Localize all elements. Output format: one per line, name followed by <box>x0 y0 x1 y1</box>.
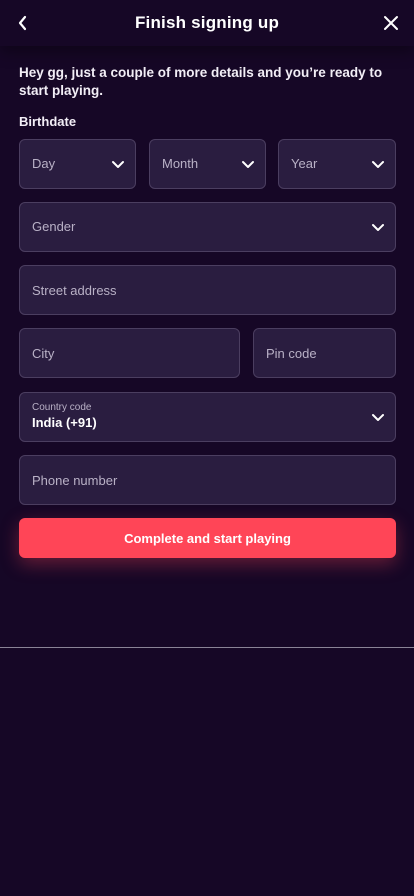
street-address-field[interactable] <box>19 265 396 315</box>
year-select[interactable]: Year <box>278 139 396 189</box>
close-icon <box>384 16 398 30</box>
phone-number-field[interactable] <box>19 455 396 505</box>
day-select[interactable]: Day <box>19 139 136 189</box>
day-placeholder: Day <box>32 156 56 171</box>
country-code-label: Country code <box>32 402 92 413</box>
city-field[interactable] <box>19 328 240 378</box>
chevron-down-icon <box>372 161 384 168</box>
chevron-down-icon <box>112 161 124 168</box>
birthdate-label: Birthdate <box>19 114 77 129</box>
chevron-down-icon <box>242 161 254 168</box>
pin-code-input[interactable] <box>254 329 395 377</box>
month-placeholder: Month <box>162 156 199 171</box>
year-placeholder: Year <box>291 156 318 171</box>
intro-text: Hey gg, just a couple of more details an… <box>19 65 383 98</box>
pin-code-field[interactable] <box>253 328 396 378</box>
month-select[interactable]: Month <box>149 139 266 189</box>
chevron-left-icon <box>18 15 27 31</box>
back-button[interactable] <box>11 11 35 35</box>
country-code-select[interactable]: Country code India (+91) <box>19 392 396 442</box>
header-bar: Finish signing up <box>0 0 414 46</box>
street-address-input[interactable] <box>20 266 395 314</box>
phone-number-input[interactable] <box>20 456 395 504</box>
gender-select[interactable]: Gender <box>19 202 396 252</box>
country-code-value: India (+91) <box>32 415 97 430</box>
chevron-down-icon <box>372 224 384 231</box>
gender-placeholder: Gender <box>32 219 76 234</box>
city-input[interactable] <box>20 329 239 377</box>
page-title: Finish signing up <box>134 13 280 32</box>
signup-screen: Finish signing up Hey gg, just a couple … <box>0 0 414 896</box>
divider <box>0 647 414 648</box>
chevron-down-icon <box>372 414 384 421</box>
complete-signup-button[interactable]: Complete and start playing <box>19 518 396 558</box>
close-button[interactable] <box>379 11 403 35</box>
